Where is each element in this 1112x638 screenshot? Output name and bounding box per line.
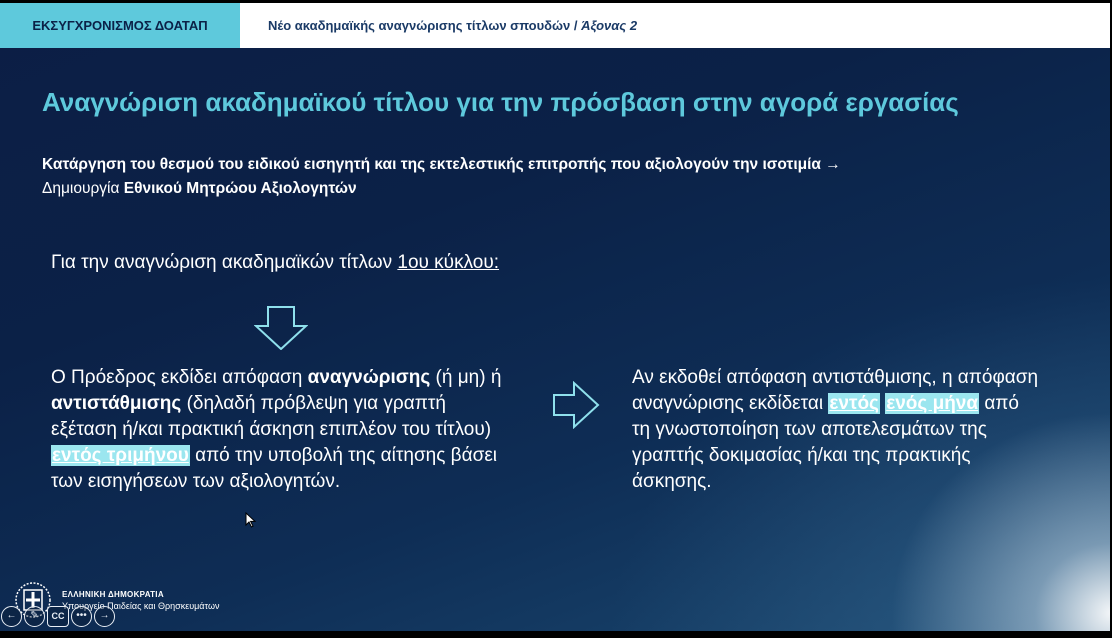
header-subtitle-axis: Άξονας 2 xyxy=(581,18,638,33)
left-paragraph: Ο Πρόεδρος εκδίδει απόφαση αναγνώρισης (… xyxy=(51,365,511,495)
right-arrow-icon xyxy=(553,381,600,429)
intro-text-main: Για την αναγνώριση ακαδημαϊκών τίτλων xyxy=(51,252,398,273)
left-p1: Ο Πρόεδρος εκδίδει απόφαση xyxy=(51,367,308,388)
subtitle-line1: Κατάργηση του θεσμού του ειδικού εισηγητ… xyxy=(42,156,841,173)
intro-text: Για την αναγνώριση ακαδημαϊκών τίτλων 1ο… xyxy=(51,250,511,276)
header-subtitle-main: Νέο ακαδημαϊκής αναγνώρισης τίτλων σπουδ… xyxy=(268,18,582,33)
right-highlight-month: ενός μήνα xyxy=(885,393,980,414)
down-arrow-icon xyxy=(254,306,308,350)
right-paragraph: Αν εκδοθεί απόφαση αντιστάθμισης, η απόφ… xyxy=(632,365,1042,495)
subtitle-line2-normal: Δημιουργία xyxy=(42,180,124,197)
next-slide-button[interactable]: → xyxy=(94,606,115,627)
footer-republic: ΕΛΛΗΝΙΚΗ ΔΗΜΟΚΡΑΤΙΑ xyxy=(62,590,164,599)
header-subtitle: Νέο ακαδημαϊκής αναγνώρισης τίτλων σπουδ… xyxy=(268,3,637,48)
previous-slide-button[interactable]: ← xyxy=(1,606,22,627)
screen-frame: ΕΚΣΥΓΧΡΟΝΙΣΜΟΣ ΔΟΑΤΑΠ Νέο ακαδημαϊκής αν… xyxy=(0,0,1112,638)
slide-title: Αναγνώριση ακαδημαϊκού τίτλου για την πρ… xyxy=(42,87,959,117)
left-bold-compensation: αντιστάθμισης xyxy=(51,393,182,414)
slide-header: ΕΚΣΥΓΧΡΟΝΙΣΜΟΣ ΔΟΑΤΑΠ Νέο ακαδημαϊκής αν… xyxy=(0,3,1110,48)
slide-subtitle: Κατάργηση του θεσμού του ειδικού εισηγητ… xyxy=(42,153,1042,201)
header-tag: ΕΚΣΥΓΧΡΟΝΙΣΜΟΣ ΔΟΑΤΑΠ xyxy=(0,3,240,48)
more-options-button[interactable]: ••• xyxy=(71,606,92,627)
mouse-cursor-icon xyxy=(245,512,257,528)
slideshow-controls: ← ✎ CC ••• → xyxy=(1,606,115,627)
left-bold-recognition: αναγνώρισης xyxy=(307,367,431,388)
left-highlight-quarter: εντός τριμήνου xyxy=(51,445,190,466)
intro-underlined: 1ου κύκλου: xyxy=(397,252,500,273)
presentation-slide: ΕΚΣΥΓΧΡΟΝΙΣΜΟΣ ΔΟΑΤΑΠ Νέο ακαδημαϊκής αν… xyxy=(0,3,1110,631)
right-highlight-within: εντός xyxy=(828,393,880,414)
left-p2: (ή μη) ή xyxy=(430,367,502,388)
captions-button[interactable]: CC xyxy=(47,606,69,627)
pen-tool-button[interactable]: ✎ xyxy=(24,606,45,627)
subtitle-line2-bold: Εθνικού Μητρώου Αξιολογητών xyxy=(123,180,357,197)
